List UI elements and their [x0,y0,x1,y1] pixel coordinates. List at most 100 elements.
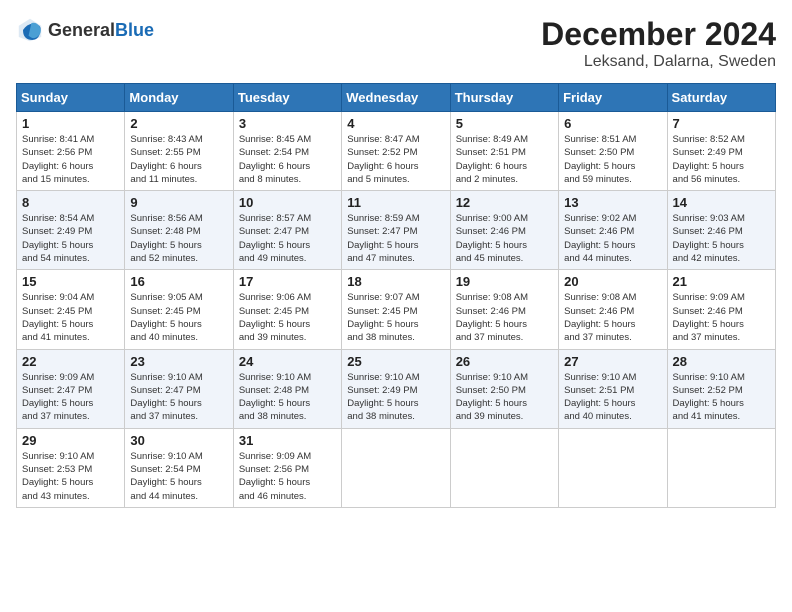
day-number: 31 [239,433,336,448]
calendar-day-4: 4Sunrise: 8:47 AM Sunset: 2:52 PM Daylig… [342,112,450,191]
calendar-day-20: 20 Sunrise: 9:08 AM Sunset: 2:46 PM Dayli… [559,270,667,349]
day-info: Sunrise: 9:05 AM Sunset: 2:45 PM Dayligh… [130,291,227,344]
calendar-week-4: 22 Sunrise: 9:09 AM Sunset: 2:47 PM Dayli… [17,349,776,428]
day-number: 29 [22,433,119,448]
day-number: 5 [456,116,553,131]
day-number: 25 [347,354,444,369]
day-number: 20 [564,274,661,289]
day-info: Sunrise: 8:43 AM Sunset: 2:55 PM Dayligh… [130,133,227,186]
empty-cell [450,428,558,507]
day-number: 21 [673,274,770,289]
day-info: Sunrise: 8:54 AM Sunset: 2:49 PM Dayligh… [22,212,119,265]
calendar-day-17: 17 Sunrise: 9:06 AM Sunset: 2:45 PM Dayli… [233,270,341,349]
day-info: Sunrise: 8:49 AM Sunset: 2:51 PM Dayligh… [456,133,553,186]
day-info: Sunrise: 8:47 AM Sunset: 2:52 PM Dayligh… [347,133,444,186]
day-number: 13 [564,195,661,210]
day-info: Sunrise: 9:07 AM Sunset: 2:45 PM Dayligh… [347,291,444,344]
day-number: 11 [347,195,444,210]
calendar-day-2: 2 Sunrise: 8:43 AM Sunset: 2:55 PM Daylig… [125,112,233,191]
day-info: Sunrise: 9:08 AM Sunset: 2:46 PM Dayligh… [564,291,661,344]
logo: GeneralBlue [16,16,154,44]
calendar-day-21: 21 Sunrise: 9:09 AM Sunset: 2:46 PM Dayli… [667,270,775,349]
weekday-header-row: SundayMondayTuesdayWednesdayThursdayFrid… [17,84,776,112]
day-number: 8 [22,195,119,210]
day-number: 17 [239,274,336,289]
day-info: Sunrise: 8:51 AM Sunset: 2:50 PM Dayligh… [564,133,661,186]
day-info: Sunrise: 9:09 AM Sunset: 2:56 PM Dayligh… [239,450,336,503]
day-info: Sunrise: 9:10 AM Sunset: 2:50 PM Dayligh… [456,371,553,424]
calendar-day-9: 9Sunrise: 8:56 AM Sunset: 2:48 PM Daylig… [125,191,233,270]
calendar-table: SundayMondayTuesdayWednesdayThursdayFrid… [16,83,776,508]
calendar-week-3: 15 Sunrise: 9:04 AM Sunset: 2:45 PM Dayli… [17,270,776,349]
calendar-day-26: 26 Sunrise: 9:10 AM Sunset: 2:50 PM Dayli… [450,349,558,428]
calendar-day-28: 28Sunrise: 9:10 AM Sunset: 2:52 PM Dayli… [667,349,775,428]
title-block: December 2024 Leksand, Dalarna, Sweden [541,16,776,71]
calendar-day-31: 31 Sunrise: 9:09 AM Sunset: 2:56 PM Dayli… [233,428,341,507]
day-info: Sunrise: 9:06 AM Sunset: 2:45 PM Dayligh… [239,291,336,344]
day-info: Sunrise: 9:02 AM Sunset: 2:46 PM Dayligh… [564,212,661,265]
day-number: 23 [130,354,227,369]
day-number: 7 [673,116,770,131]
day-info: Sunrise: 9:10 AM Sunset: 2:51 PM Dayligh… [564,371,661,424]
day-number: 30 [130,433,227,448]
day-info: Sunrise: 9:09 AM Sunset: 2:46 PM Dayligh… [673,291,770,344]
location-title: Leksand, Dalarna, Sweden [541,53,776,71]
calendar-day-1: 1Sunrise: 8:41 AM Sunset: 2:56 PM Daylig… [17,112,125,191]
day-number: 3 [239,116,336,131]
calendar-week-2: 8 Sunrise: 8:54 AM Sunset: 2:49 PM Daylig… [17,191,776,270]
calendar-day-11: 11 Sunrise: 8:59 AM Sunset: 2:47 PM Dayli… [342,191,450,270]
calendar-day-15: 15 Sunrise: 9:04 AM Sunset: 2:45 PM Dayli… [17,270,125,349]
calendar-week-1: 1Sunrise: 8:41 AM Sunset: 2:56 PM Daylig… [17,112,776,191]
day-info: Sunrise: 9:04 AM Sunset: 2:45 PM Dayligh… [22,291,119,344]
weekday-wednesday: Wednesday [342,84,450,112]
calendar-day-18: 18 Sunrise: 9:07 AM Sunset: 2:45 PM Dayli… [342,270,450,349]
weekday-thursday: Thursday [450,84,558,112]
weekday-sunday: Sunday [17,84,125,112]
day-info: Sunrise: 9:00 AM Sunset: 2:46 PM Dayligh… [456,212,553,265]
calendar-day-25: 25 Sunrise: 9:10 AM Sunset: 2:49 PM Dayli… [342,349,450,428]
day-number: 16 [130,274,227,289]
month-title: December 2024 [541,16,776,53]
day-info: Sunrise: 9:09 AM Sunset: 2:47 PM Dayligh… [22,371,119,424]
calendar-day-8: 8 Sunrise: 8:54 AM Sunset: 2:49 PM Daylig… [17,191,125,270]
day-info: Sunrise: 8:56 AM Sunset: 2:48 PM Dayligh… [130,212,227,265]
calendar-day-19: 19 Sunrise: 9:08 AM Sunset: 2:46 PM Dayli… [450,270,558,349]
day-info: Sunrise: 9:10 AM Sunset: 2:48 PM Dayligh… [239,371,336,424]
day-number: 18 [347,274,444,289]
calendar-day-7: 7 Sunrise: 8:52 AM Sunset: 2:49 PM Daylig… [667,112,775,191]
weekday-monday: Monday [125,84,233,112]
day-number: 15 [22,274,119,289]
day-number: 2 [130,116,227,131]
calendar-day-22: 22 Sunrise: 9:09 AM Sunset: 2:47 PM Dayli… [17,349,125,428]
day-info: Sunrise: 9:10 AM Sunset: 2:53 PM Dayligh… [22,450,119,503]
empty-cell [559,428,667,507]
calendar-day-5: 5 Sunrise: 8:49 AM Sunset: 2:51 PM Daylig… [450,112,558,191]
day-number: 22 [22,354,119,369]
calendar-day-3: 3 Sunrise: 8:45 AM Sunset: 2:54 PM Daylig… [233,112,341,191]
day-number: 6 [564,116,661,131]
day-info: Sunrise: 9:10 AM Sunset: 2:47 PM Dayligh… [130,371,227,424]
calendar-day-16: 16 Sunrise: 9:05 AM Sunset: 2:45 PM Dayli… [125,270,233,349]
calendar-day-10: 10Sunrise: 8:57 AM Sunset: 2:47 PM Dayli… [233,191,341,270]
day-info: Sunrise: 8:52 AM Sunset: 2:49 PM Dayligh… [673,133,770,186]
calendar-day-14: 14Sunrise: 9:03 AM Sunset: 2:46 PM Dayli… [667,191,775,270]
day-info: Sunrise: 9:10 AM Sunset: 2:49 PM Dayligh… [347,371,444,424]
day-info: Sunrise: 9:08 AM Sunset: 2:46 PM Dayligh… [456,291,553,344]
weekday-saturday: Saturday [667,84,775,112]
day-number: 14 [673,195,770,210]
calendar-day-29: 29 Sunrise: 9:10 AM Sunset: 2:53 PM Dayli… [17,428,125,507]
day-number: 26 [456,354,553,369]
day-number: 19 [456,274,553,289]
day-info: Sunrise: 8:57 AM Sunset: 2:47 PM Dayligh… [239,212,336,265]
calendar-day-30: 30Sunrise: 9:10 AM Sunset: 2:54 PM Dayli… [125,428,233,507]
day-number: 27 [564,354,661,369]
weekday-tuesday: Tuesday [233,84,341,112]
calendar-week-5: 29 Sunrise: 9:10 AM Sunset: 2:53 PM Dayli… [17,428,776,507]
empty-cell [667,428,775,507]
day-number: 12 [456,195,553,210]
calendar-day-27: 27 Sunrise: 9:10 AM Sunset: 2:51 PM Dayli… [559,349,667,428]
day-info: Sunrise: 8:45 AM Sunset: 2:54 PM Dayligh… [239,133,336,186]
weekday-friday: Friday [559,84,667,112]
day-info: Sunrise: 8:59 AM Sunset: 2:47 PM Dayligh… [347,212,444,265]
logo-text: GeneralBlue [48,20,154,41]
